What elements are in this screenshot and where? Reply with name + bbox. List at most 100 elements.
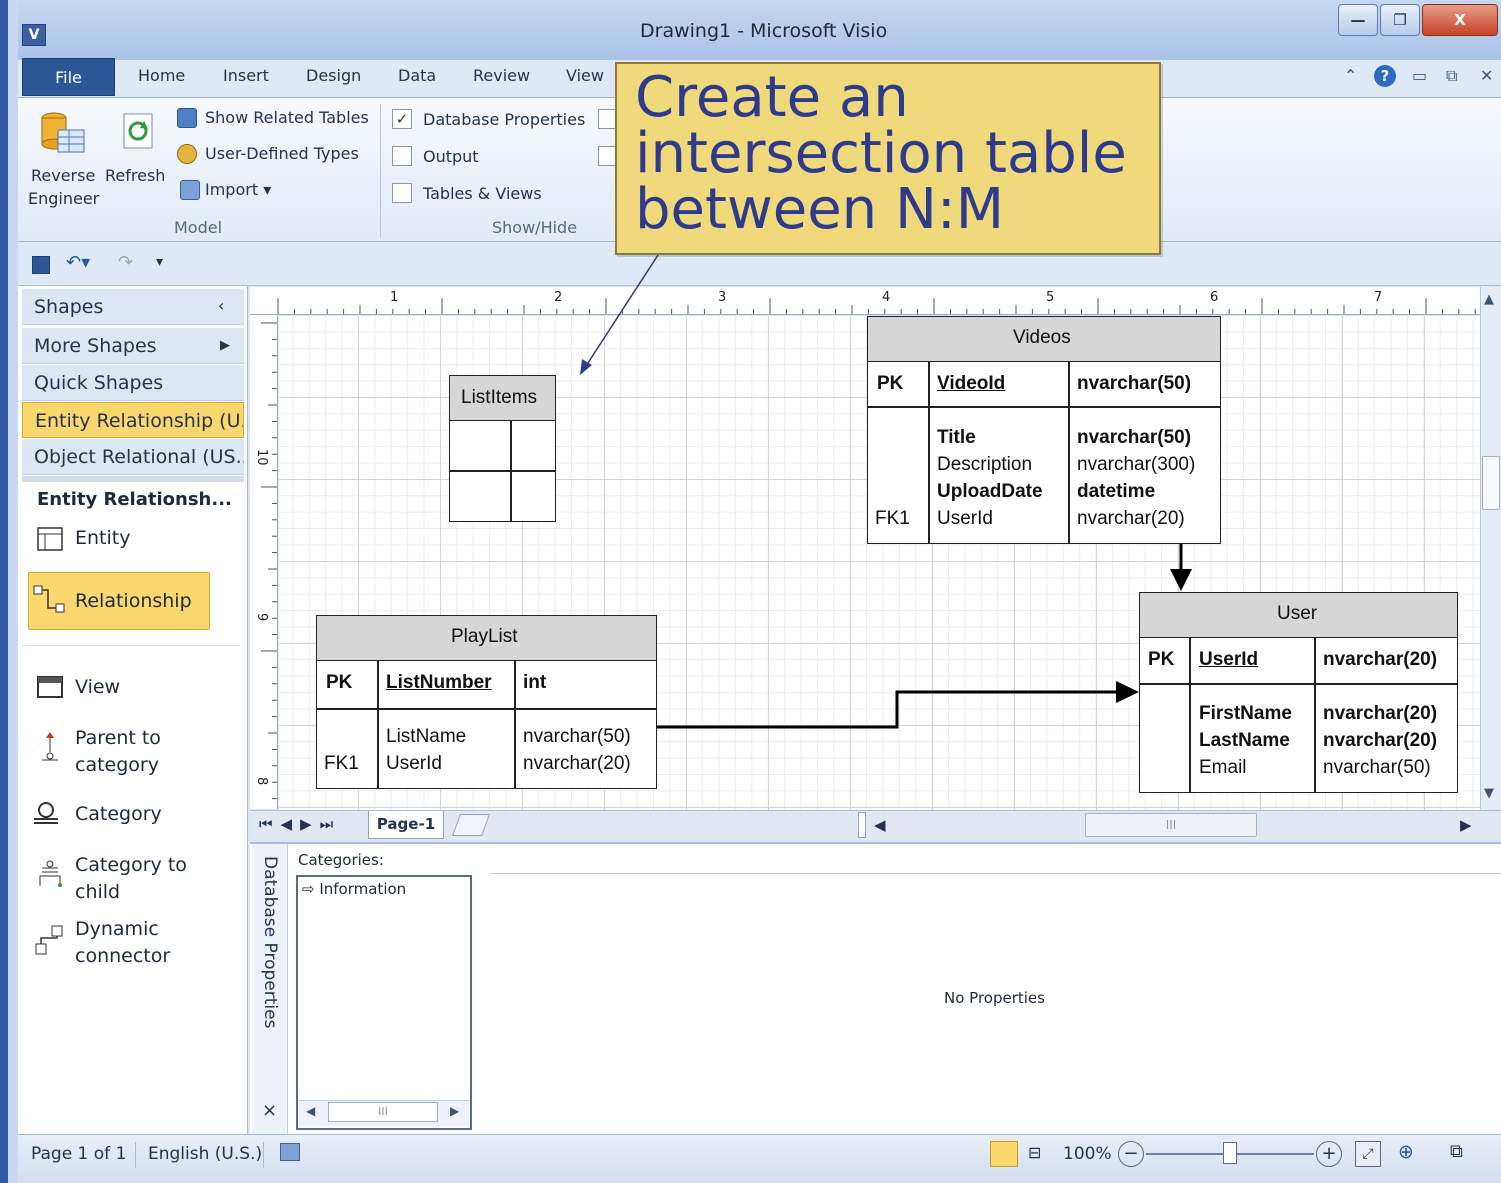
scroll-down-icon[interactable]: ▼: [1484, 786, 1494, 801]
categories-scroll-right-icon[interactable]: ▶: [450, 1104, 459, 1118]
videos-pk-label: PK: [877, 373, 904, 394]
tables-views-label[interactable]: Tables & Views: [423, 184, 542, 203]
ruler-label: 3: [718, 290, 726, 305]
redo-icon[interactable]: ↷: [118, 252, 133, 273]
refresh-label[interactable]: Refresh: [105, 166, 165, 185]
more-shapes-menu[interactable]: More Shapes: [22, 328, 244, 364]
category-to-child-icon[interactable]: [36, 858, 64, 890]
zoom-slider-thumb[interactable]: [1223, 1142, 1237, 1164]
tab-file[interactable]: File: [22, 58, 115, 96]
tab-review[interactable]: Review: [473, 66, 530, 85]
ruler-label: 10: [254, 449, 269, 466]
tab-insert[interactable]: Insert: [223, 66, 269, 85]
parent-to-category-label-1[interactable]: Parent to: [75, 727, 161, 749]
dynamic-connector-icon[interactable]: [34, 924, 66, 958]
refresh-icon[interactable]: [120, 112, 156, 152]
tab-data[interactable]: Data: [398, 66, 436, 85]
shapes-header[interactable]: Shapes: [22, 289, 244, 325]
reverse-engineer-label-2[interactable]: Engineer: [28, 189, 99, 208]
user-defined-types-button[interactable]: User-Defined Types: [205, 144, 359, 163]
callout-line-2: intersection table: [635, 121, 1127, 186]
split-handle[interactable]: [858, 812, 866, 838]
categories-scroll-left-icon[interactable]: ◀: [306, 1104, 315, 1118]
collapse-shapes-icon[interactable]: ‹: [218, 296, 224, 315]
view-shape-label[interactable]: View: [75, 676, 120, 698]
import-button[interactable]: Import ▾: [205, 180, 271, 199]
tab-home[interactable]: Home: [138, 66, 185, 85]
status-page-count[interactable]: Page 1 of 1: [31, 1144, 126, 1164]
show-related-tables-button[interactable]: Show Related Tables: [205, 108, 369, 127]
vertical-scroll-thumb[interactable]: [1482, 456, 1500, 510]
customize-qat-icon[interactable]: ▾: [156, 254, 163, 270]
entity-relationship-stencil-label: Entity Relationship (U...: [35, 410, 244, 432]
no-properties-text: No Properties: [944, 989, 1045, 1007]
entity-shape-icon[interactable]: [36, 526, 64, 552]
close-button[interactable]: X: [1422, 4, 1498, 36]
undo-icon[interactable]: ↶▾: [66, 252, 90, 273]
output-label[interactable]: Output: [423, 147, 479, 166]
zoom-in-button[interactable]: +: [1316, 1141, 1342, 1167]
playlist-col-divider-1: [377, 661, 379, 788]
zoom-level[interactable]: 100%: [1063, 1144, 1112, 1164]
visio-app-icon[interactable]: V: [22, 24, 46, 46]
category-item-information[interactable]: ⇨ Information: [302, 880, 406, 898]
output-checkbox[interactable]: [392, 146, 412, 166]
object-relational-stencil[interactable]: Object Relational (US...: [22, 439, 244, 475]
categories-list[interactable]: [296, 875, 472, 1130]
entity-shape-label[interactable]: Entity: [75, 527, 130, 549]
object-relational-stencil-label: Object Relational (US...: [34, 446, 244, 468]
reverse-engineer-icon[interactable]: [38, 108, 86, 156]
show-related-tables-icon[interactable]: [177, 108, 197, 128]
doc-close-icon[interactable]: ✕: [1480, 66, 1493, 85]
import-icon[interactable]: [180, 180, 200, 200]
playlist-type-userid: nvarchar(20): [523, 753, 631, 774]
hscroll-left-icon[interactable]: ◀: [874, 816, 886, 834]
minimize-button[interactable]: —: [1338, 4, 1378, 36]
stencil-section-title: Entity Relationsh...: [37, 489, 232, 510]
categories-scroll-thumb[interactable]: III: [328, 1102, 438, 1122]
vertical-scrollbar[interactable]: [1480, 287, 1501, 809]
macro-record-icon[interactable]: [280, 1143, 300, 1161]
view-shape-icon[interactable]: [36, 674, 64, 700]
videos-field-userid: UserId: [937, 508, 993, 529]
category-to-child-label-1[interactable]: Category to: [75, 854, 187, 876]
database-properties-label[interactable]: Database Properties: [423, 110, 585, 129]
dynamic-connector-label-2[interactable]: connector: [75, 945, 170, 967]
fit-to-window-icon[interactable]: ⤢: [1355, 1141, 1381, 1167]
dynamic-connector-label-1[interactable]: Dynamic: [75, 918, 159, 940]
maximize-button[interactable]: ❐: [1380, 4, 1420, 36]
videos-field-description: Description: [937, 454, 1033, 475]
minimize-ribbon-icon[interactable]: ⌃: [1344, 66, 1357, 85]
category-to-child-label-2[interactable]: child: [75, 881, 120, 903]
hscroll-right-icon[interactable]: ▶: [1460, 816, 1472, 834]
status-language[interactable]: English (U.S.): [148, 1144, 262, 1164]
tables-views-checkbox[interactable]: [392, 183, 412, 203]
entity-relationship-stencil[interactable]: Entity Relationship (U...: [22, 402, 244, 438]
tab-design[interactable]: Design: [306, 66, 361, 85]
parent-to-category-icon[interactable]: [36, 730, 64, 766]
reverse-engineer-label-1[interactable]: Reverse: [31, 166, 95, 185]
save-icon[interactable]: [32, 256, 50, 274]
pan-zoom-icon[interactable]: ⊕: [1398, 1141, 1414, 1163]
quick-shapes-stencil[interactable]: Quick Shapes: [22, 365, 244, 401]
tab-page-1[interactable]: Page-1: [368, 811, 444, 839]
presentation-view-icon[interactable]: ⊟: [1028, 1143, 1041, 1162]
horizontal-scroll-thumb[interactable]: III: [1085, 813, 1257, 837]
user-col-divider-1: [1189, 638, 1191, 792]
page-nav-icons[interactable]: ⏮◀▶⏭: [259, 815, 341, 833]
listitems-col-divider: [510, 421, 512, 521]
zoom-out-button[interactable]: −: [1118, 1141, 1144, 1167]
user-defined-types-icon[interactable]: [177, 144, 197, 164]
database-properties-checkbox[interactable]: ✓: [392, 109, 412, 129]
help-icon[interactable]: ?: [1374, 65, 1396, 87]
category-shape-label[interactable]: Category: [75, 803, 162, 825]
doc-restore-icon[interactable]: ⧉: [1446, 66, 1457, 86]
scroll-up-icon[interactable]: ▲: [1484, 292, 1494, 307]
switch-windows-icon[interactable]: ⧉: [1450, 1141, 1463, 1162]
tab-view[interactable]: View: [566, 66, 604, 85]
parent-to-category-label-2[interactable]: category: [75, 754, 159, 776]
doc-minimize-icon[interactable]: ▭: [1412, 66, 1427, 85]
dbprops-close-icon[interactable]: ×: [262, 1100, 277, 1121]
normal-view-icon[interactable]: [990, 1141, 1018, 1167]
category-shape-icon[interactable]: [32, 800, 60, 826]
